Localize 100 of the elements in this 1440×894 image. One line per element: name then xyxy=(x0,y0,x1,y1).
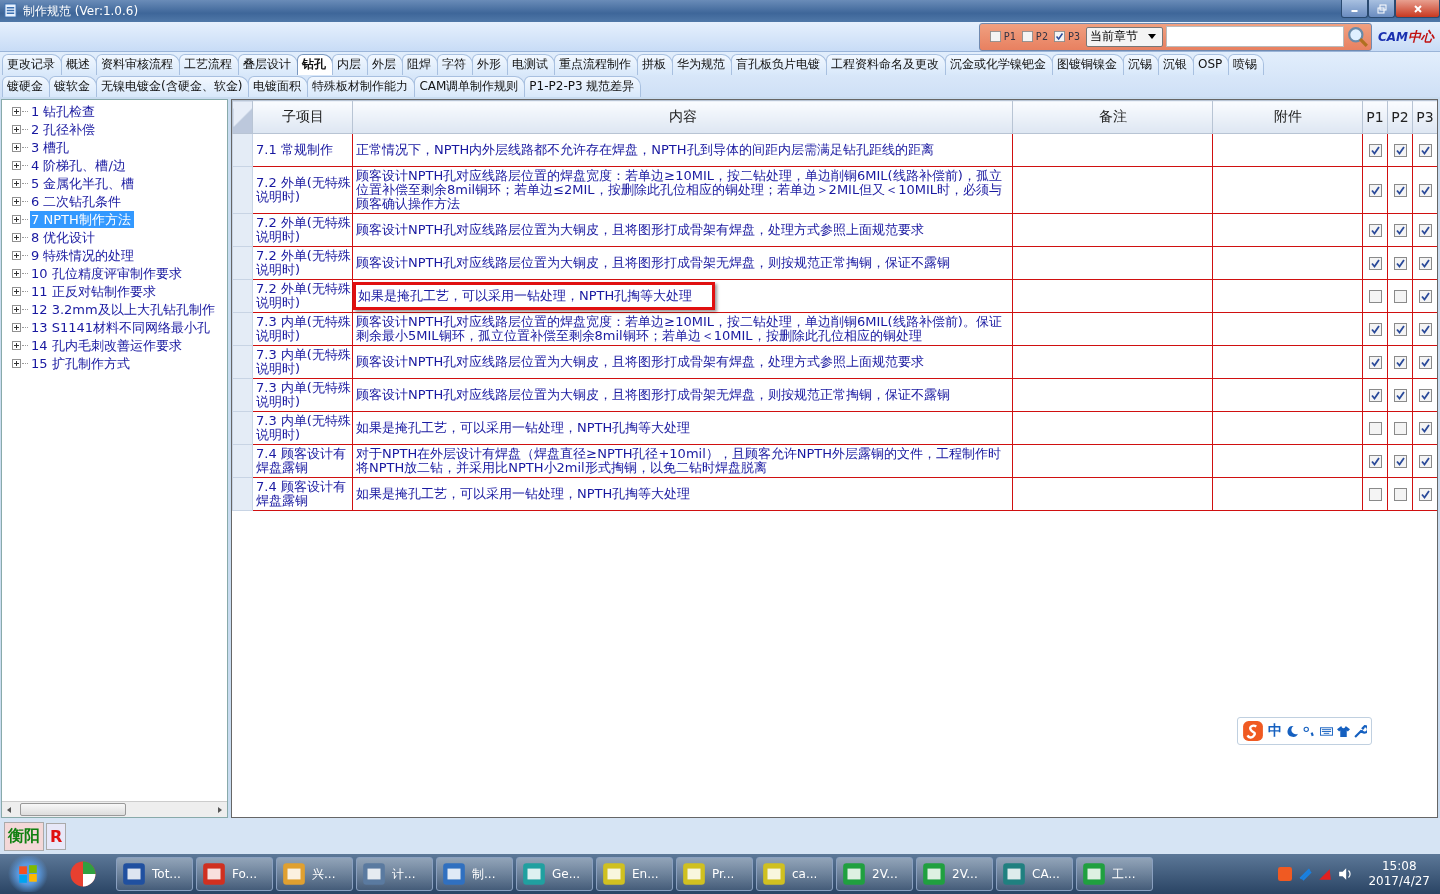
tab[interactable]: P1-P2-P3 规范差异 xyxy=(524,76,642,97)
checkbox[interactable] xyxy=(1418,144,1432,157)
expand-icon[interactable] xyxy=(12,196,21,206)
taskbar-button[interactable]: 2V... xyxy=(836,857,913,891)
tree-item[interactable]: 9 特殊情况的处理 xyxy=(30,246,138,264)
expand-icon[interactable] xyxy=(12,322,21,332)
expand-icon[interactable] xyxy=(12,340,21,350)
checkbox[interactable] xyxy=(1393,323,1407,336)
scroll-left-icon[interactable] xyxy=(5,805,13,814)
checkbox[interactable] xyxy=(1418,422,1432,435)
expand-icon[interactable] xyxy=(12,106,21,116)
expand-icon[interactable] xyxy=(12,358,21,368)
checkbox[interactable] xyxy=(1393,144,1407,157)
checkbox[interactable] xyxy=(1418,257,1432,270)
tab[interactable]: 电镀面积 xyxy=(248,76,309,97)
tab[interactable]: CAM调单制作规则 xyxy=(414,76,526,97)
taskbar-button[interactable]: CA... xyxy=(996,857,1073,891)
tree-item[interactable]: 10 孔位精度评审制作要求 xyxy=(30,264,185,282)
checkbox[interactable] xyxy=(1393,257,1407,270)
expand-icon[interactable] xyxy=(12,160,21,170)
expand-icon[interactable] xyxy=(12,142,21,152)
expand-icon[interactable] xyxy=(12,124,21,134)
tab[interactable]: 喷锡 xyxy=(1228,54,1265,75)
column-header[interactable]: 子项目 xyxy=(252,100,353,134)
maximize-button[interactable] xyxy=(1368,0,1395,18)
tree-item[interactable]: 11 正反对钻制作要求 xyxy=(30,282,159,300)
ime-mode-label[interactable]: 中 xyxy=(1268,722,1282,740)
column-header[interactable]: 内容 xyxy=(352,100,1013,134)
tree-item[interactable]: 14 孔内毛刺改善运作要求 xyxy=(30,336,185,354)
checkbox[interactable] xyxy=(1368,290,1382,303)
tree-item[interactable]: 6 二次钻孔条件 xyxy=(30,192,125,210)
tree-item[interactable]: 4 阶梯孔、槽/边 xyxy=(30,156,129,174)
tab[interactable]: 镀软金 xyxy=(49,76,97,97)
scope-dropdown[interactable]: 当前章节 xyxy=(1085,26,1163,47)
browser-icon[interactable] xyxy=(68,859,98,889)
close-button[interactable] xyxy=(1395,0,1440,18)
checkbox[interactable] xyxy=(1418,389,1432,402)
checkbox[interactable] xyxy=(1393,389,1407,402)
taskbar-button[interactable]: 兴... xyxy=(276,857,353,891)
shirt-icon[interactable] xyxy=(1337,724,1350,738)
checkbox[interactable] xyxy=(1418,356,1432,369)
volume-icon[interactable] xyxy=(1338,867,1353,881)
expand-icon[interactable] xyxy=(12,250,21,260)
checkbox[interactable] xyxy=(1368,224,1382,237)
horizontal-scrollbar[interactable] xyxy=(2,801,227,817)
checkbox[interactable] xyxy=(1053,31,1065,42)
tab[interactable]: 更改记录 xyxy=(2,54,62,75)
checkbox[interactable] xyxy=(1418,290,1432,303)
checkbox[interactable] xyxy=(1393,356,1407,369)
tab[interactable]: 特殊板材制作能力 xyxy=(307,76,416,97)
taskbar-button[interactable]: 工... xyxy=(1076,857,1153,891)
tree-item[interactable]: 12 3.2mm及以上大孔钻孔制作 xyxy=(30,300,218,318)
taskbar-button[interactable]: Fo... xyxy=(196,857,273,891)
checkbox[interactable] xyxy=(1368,389,1382,402)
clock[interactable]: 15:08 2017/4/27 xyxy=(1368,859,1430,889)
tree-item[interactable]: 5 金属化半孔、槽 xyxy=(30,174,138,192)
checkbox[interactable] xyxy=(1368,144,1382,157)
scroll-right-icon[interactable] xyxy=(216,805,224,814)
checkbox[interactable] xyxy=(1021,31,1033,42)
taskbar-button[interactable]: 计... xyxy=(356,857,433,891)
checkbox[interactable] xyxy=(1368,184,1382,197)
taskbar-button[interactable]: Tot... xyxy=(116,857,193,891)
expand-icon[interactable] xyxy=(12,232,21,242)
moon-icon[interactable] xyxy=(1286,724,1299,738)
ime-toolbar[interactable]: 中 xyxy=(1237,717,1372,745)
tree-item[interactable]: 1 钻孔检查 xyxy=(30,102,99,120)
checkbox[interactable] xyxy=(1368,422,1382,435)
taskbar-button[interactable]: Ge... xyxy=(516,857,593,891)
expand-icon[interactable] xyxy=(12,178,21,188)
column-header[interactable]: 附件 xyxy=(1212,100,1363,134)
checkbox[interactable] xyxy=(1368,488,1382,501)
checkbox[interactable] xyxy=(1418,455,1432,468)
taskbar-button[interactable]: En... xyxy=(596,857,673,891)
tree-item[interactable]: 15 扩孔制作方式 xyxy=(30,354,133,372)
tree-item[interactable]: 3 槽孔 xyxy=(30,138,73,156)
checkbox[interactable] xyxy=(1368,356,1382,369)
tab[interactable]: 镀硬金 xyxy=(2,76,50,97)
checkbox[interactable] xyxy=(989,31,1001,42)
taskbar-button[interactable]: 2V... xyxy=(916,857,993,891)
tab[interactable]: 钻孔 xyxy=(297,54,333,75)
expand-icon[interactable] xyxy=(12,286,21,296)
search-field[interactable] xyxy=(1165,26,1344,47)
taskbar-button[interactable]: 制... xyxy=(436,857,513,891)
checkbox[interactable] xyxy=(1393,224,1407,237)
taskbar-button[interactable]: Pr... xyxy=(676,857,753,891)
tab[interactable]: 内层 xyxy=(332,54,368,75)
tree-item[interactable]: 13 S1141材料不同网络最小孔 xyxy=(30,318,213,336)
punctuation-icon[interactable] xyxy=(1303,724,1316,738)
tab[interactable]: 无镍电镀金(含硬金、软金) xyxy=(96,76,250,97)
checkbox[interactable] xyxy=(1418,488,1432,501)
expand-icon[interactable] xyxy=(12,304,21,314)
expand-icon[interactable] xyxy=(12,214,21,224)
wrench-icon[interactable] xyxy=(1354,724,1367,738)
keyboard-icon[interactable] xyxy=(1320,724,1333,738)
checkbox[interactable] xyxy=(1393,184,1407,197)
expand-icon[interactable] xyxy=(12,268,21,278)
checkbox[interactable] xyxy=(1393,422,1407,435)
checkbox[interactable] xyxy=(1418,224,1432,237)
checkbox[interactable] xyxy=(1393,455,1407,468)
checkbox[interactable] xyxy=(1418,184,1432,197)
